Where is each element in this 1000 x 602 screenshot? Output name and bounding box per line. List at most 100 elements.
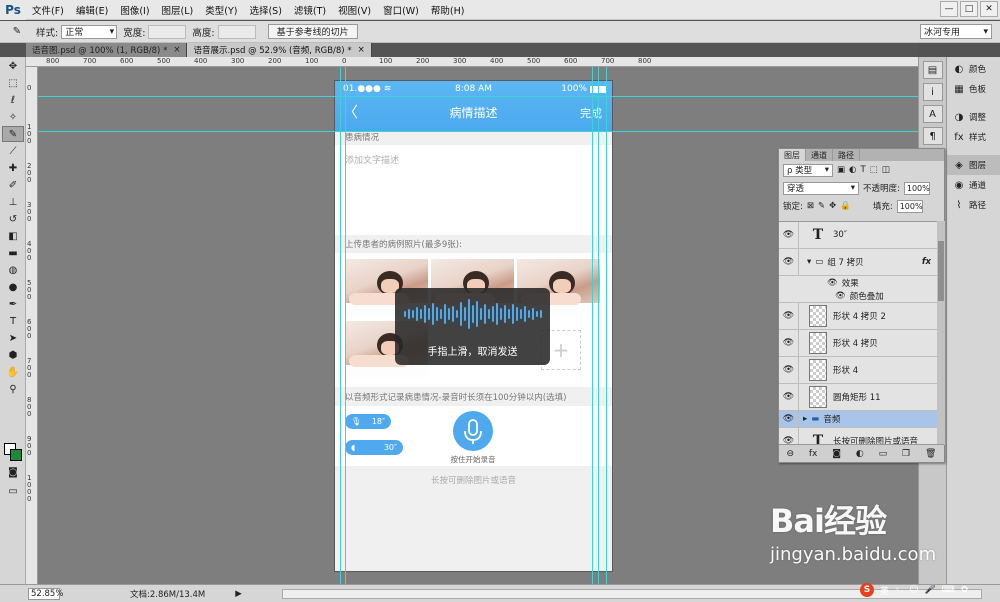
layer-list-scrollbar[interactable] bbox=[937, 221, 945, 445]
paragraph-panel-icon[interactable]: ¶ bbox=[922, 127, 943, 145]
expand-triangle-icon[interactable]: ▾ bbox=[807, 257, 811, 267]
color-panel-button[interactable]: ◐ 颜色 bbox=[947, 59, 1000, 79]
menu-view[interactable]: 视图(V) bbox=[332, 3, 377, 17]
add-mask-icon[interactable]: ◙ bbox=[832, 449, 841, 459]
brush-tool-icon[interactable]: ✐ bbox=[2, 177, 24, 193]
new-adjustment-icon[interactable]: ◐ bbox=[856, 449, 864, 459]
layer-row-selected[interactable]: 👁 ▸ ▬ 音频 bbox=[779, 411, 937, 428]
lock-position-icon[interactable]: ✥ bbox=[829, 201, 836, 211]
zoom-input[interactable]: 52.85% bbox=[28, 587, 63, 600]
visibility-eye-icon[interactable]: 👁 bbox=[779, 249, 799, 275]
paths-panel-button[interactable]: ⌇ 路径 bbox=[947, 195, 1000, 215]
styles-panel-button[interactable]: fx 样式 bbox=[947, 127, 1000, 147]
lock-pixels-icon[interactable]: ✎ bbox=[818, 201, 825, 211]
history-panel-icon[interactable]: ▤ bbox=[922, 61, 943, 79]
width-input[interactable] bbox=[148, 24, 187, 39]
menu-window[interactable]: 窗口(W) bbox=[377, 3, 425, 17]
sogou-logo-icon[interactable]: S bbox=[860, 583, 874, 597]
healing-brush-tool-icon[interactable]: ✚ bbox=[2, 160, 24, 176]
style-select[interactable]: 正常 ▾ bbox=[61, 24, 118, 39]
screen-mode-icon[interactable]: ▭ bbox=[2, 483, 24, 499]
tab-voice-display[interactable]: 语音展示.psd @ 52.9% (音频, RGB/8) * × bbox=[187, 43, 372, 57]
visibility-eye-icon[interactable]: 👁 bbox=[779, 411, 799, 427]
guide-line[interactable] bbox=[598, 67, 599, 584]
visibility-eye-icon[interactable]: 👁 bbox=[779, 222, 799, 248]
minimize-button[interactable]: — bbox=[940, 1, 958, 17]
link-layers-icon[interactable]: ⊖ bbox=[786, 449, 794, 459]
layer-row[interactable]: 👁 形状 4 拷贝 bbox=[779, 330, 937, 357]
tab-layers[interactable]: 图层 bbox=[779, 149, 806, 161]
menu-type[interactable]: 类型(Y) bbox=[199, 3, 243, 17]
audio-clip-2[interactable]: ◖ 30″ bbox=[345, 440, 403, 455]
tab-paths[interactable]: 路径 bbox=[833, 149, 860, 161]
menu-select[interactable]: 选择(S) bbox=[243, 3, 287, 17]
layer-row[interactable]: 👁 ▾ ▭ 组 7 拷贝 fx bbox=[779, 249, 937, 276]
layers-panel-button[interactable]: ◈ 图层 bbox=[947, 155, 1000, 175]
magic-wand-tool-icon[interactable]: ✧ bbox=[2, 109, 24, 125]
slice-tool-preset-icon[interactable]: ✎ bbox=[6, 24, 28, 40]
workspace-select[interactable]: 冰河专用 ▾ bbox=[920, 24, 992, 39]
move-tool-icon[interactable]: ✥ bbox=[2, 58, 24, 74]
slices-from-guides-button[interactable]: 基于参考线的切片 bbox=[267, 24, 358, 39]
slice-tool-icon[interactable]: ✎ bbox=[2, 126, 24, 142]
visibility-eye-icon[interactable]: 👁 bbox=[779, 357, 799, 383]
effect-row[interactable]: 👁 颜色叠加 bbox=[779, 289, 937, 303]
visibility-eye-icon[interactable]: 👁 bbox=[835, 291, 846, 301]
visibility-eye-icon[interactable]: 👁 bbox=[779, 303, 799, 329]
fill-input[interactable]: 100% bbox=[896, 199, 923, 213]
guide-line[interactable] bbox=[340, 67, 341, 584]
blur-tool-icon[interactable]: ◍ bbox=[2, 262, 24, 278]
add-style-icon[interactable]: fx bbox=[809, 449, 818, 459]
effect-row[interactable]: 👁 效果 bbox=[779, 276, 937, 289]
status-menu-arrow-icon[interactable]: ▶ bbox=[235, 589, 242, 599]
path-selection-tool-icon[interactable]: ➤ bbox=[2, 330, 24, 346]
eyedropper-tool-icon[interactable]: ⟋ bbox=[2, 143, 24, 159]
lock-all-icon[interactable]: 🔒 bbox=[840, 201, 851, 211]
menu-edit[interactable]: 编辑(E) bbox=[70, 3, 114, 17]
channels-panel-button[interactable]: ◉ 通道 bbox=[947, 175, 1000, 195]
pen-tool-icon[interactable]: ✒ bbox=[2, 296, 24, 312]
keyboard-icon[interactable]: ⌨ bbox=[942, 585, 955, 595]
blend-mode-select[interactable]: 穿透 ▾ bbox=[783, 181, 859, 195]
layer-row[interactable]: 👁 T 30″ bbox=[779, 222, 937, 249]
visibility-eye-icon[interactable]: 👁 bbox=[827, 278, 838, 288]
visibility-eye-icon[interactable]: 👁 bbox=[779, 384, 799, 410]
layer-row[interactable]: 👁 形状 4 拷贝 2 bbox=[779, 303, 937, 330]
punctuation-icon[interactable]: ◦, bbox=[895, 585, 903, 595]
menu-layer[interactable]: 图层(L) bbox=[156, 3, 200, 17]
menu-image[interactable]: 图像(I) bbox=[114, 3, 155, 17]
fx-icon[interactable]: fx bbox=[922, 257, 931, 267]
dodge-tool-icon[interactable]: ● bbox=[2, 279, 24, 295]
quick-mask-icon[interactable]: ◙ bbox=[2, 464, 24, 480]
audio-clip-1[interactable]: 🎙 18″ bbox=[345, 414, 391, 429]
menu-filter[interactable]: 滤镜(T) bbox=[288, 3, 332, 17]
skin-icon[interactable]: ✿ bbox=[961, 585, 969, 595]
gradient-tool-icon[interactable]: ▬ bbox=[2, 245, 24, 261]
layer-row[interactable]: 👁 圆角矩形 11 bbox=[779, 384, 937, 411]
smart-object-filter-icon[interactable]: ◫ bbox=[882, 165, 890, 175]
lock-transparency-icon[interactable]: ⊠ bbox=[807, 201, 814, 211]
background-color-swatch[interactable] bbox=[10, 449, 22, 461]
ime-language[interactable]: 英 bbox=[880, 584, 889, 597]
height-input[interactable] bbox=[217, 24, 256, 39]
new-layer-icon[interactable]: ❐ bbox=[902, 449, 910, 459]
voice-icon[interactable]: 🎤 bbox=[925, 585, 936, 595]
guide-line[interactable] bbox=[345, 67, 346, 584]
new-group-icon[interactable]: ▭ bbox=[879, 449, 888, 459]
shape-tool-icon[interactable]: ⬢ bbox=[2, 347, 24, 363]
opacity-input[interactable]: 100% bbox=[903, 181, 930, 195]
history-brush-tool-icon[interactable]: ↺ bbox=[2, 211, 24, 227]
swatches-panel-button[interactable]: ▦ 色板 bbox=[947, 79, 1000, 99]
menu-help[interactable]: 帮助(H) bbox=[425, 3, 471, 17]
adjustments-panel-button[interactable]: ◑ 调整 bbox=[947, 107, 1000, 127]
guide-line[interactable] bbox=[606, 67, 607, 584]
maximize-button[interactable]: □ bbox=[960, 1, 978, 17]
document-info[interactable]: 文档:2.86M/13.4M bbox=[130, 588, 205, 600]
type-tool-icon[interactable]: T bbox=[2, 313, 24, 329]
close-icon[interactable]: × bbox=[358, 45, 365, 55]
guide-line[interactable] bbox=[592, 67, 593, 584]
pixel-filter-icon[interactable]: ▣ bbox=[837, 165, 845, 175]
visibility-eye-icon[interactable]: 👁 bbox=[779, 330, 799, 356]
menu-file[interactable]: 文件(F) bbox=[26, 3, 70, 17]
adjustment-filter-icon[interactable]: ◐ bbox=[849, 165, 856, 175]
